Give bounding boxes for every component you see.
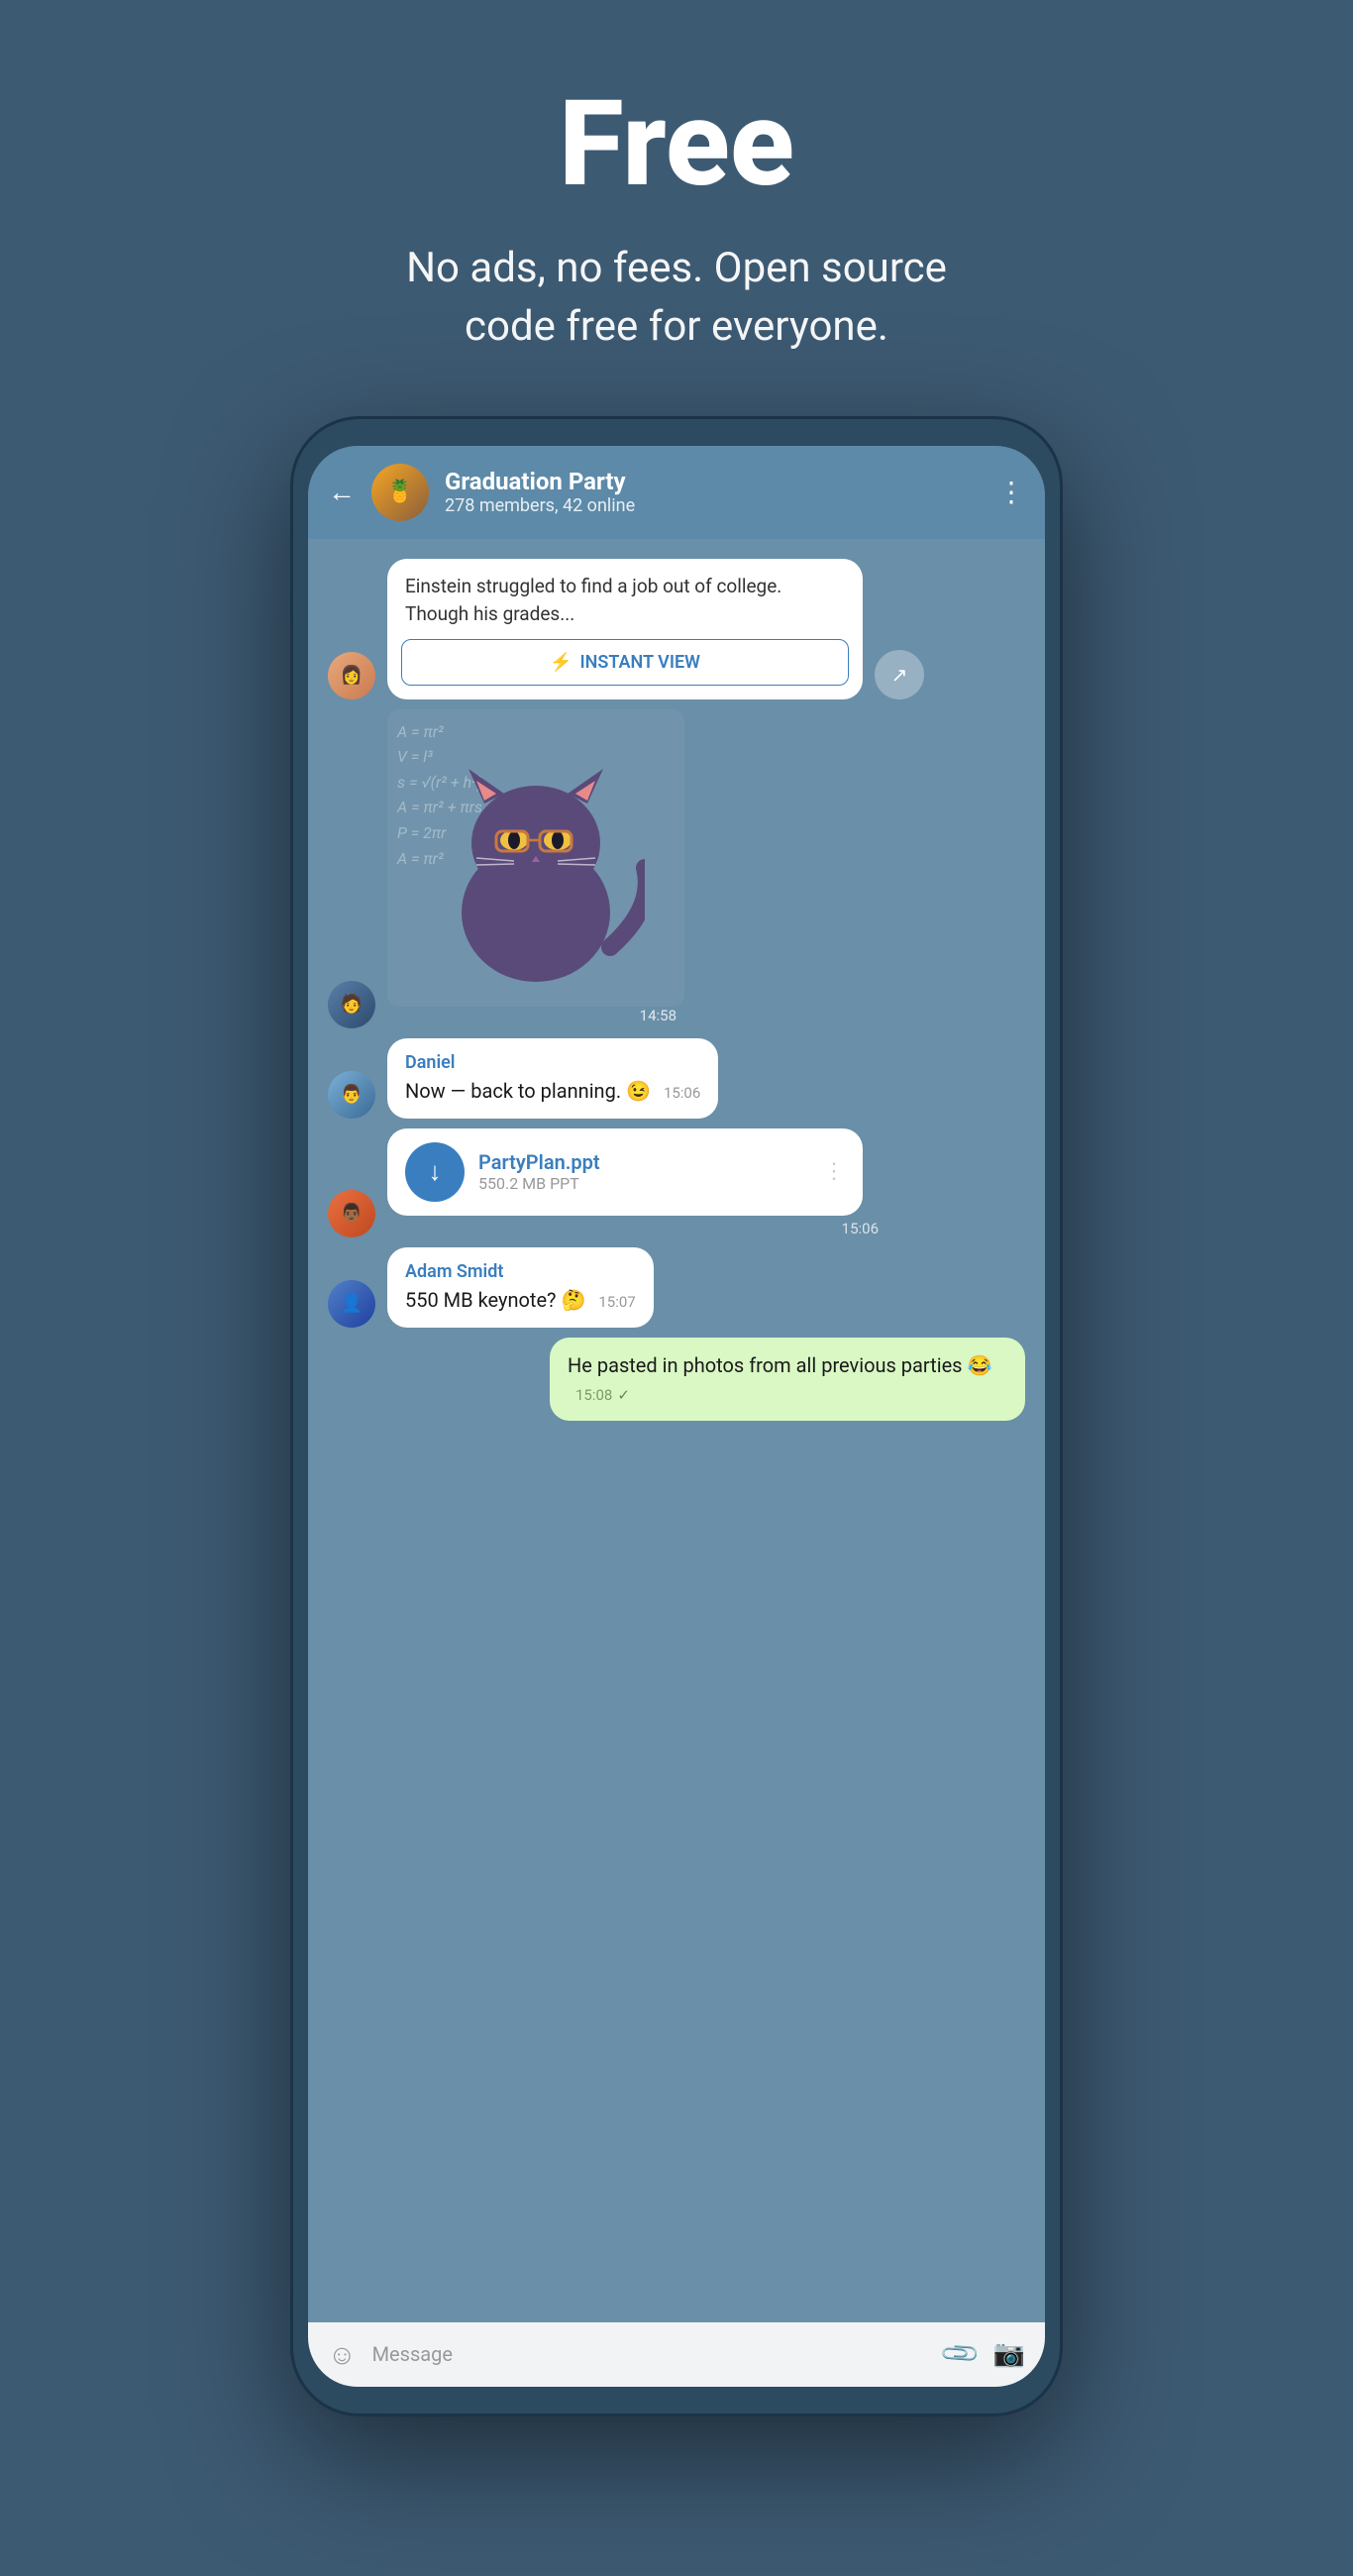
group-avatar: 🍍 (371, 464, 429, 521)
message-text: He pasted in photos from all previous pa… (568, 1351, 1007, 1407)
message-text: 550 MB keynote? 🤔 15:07 (405, 1286, 636, 1314)
table-row: 👨 Daniel Now — back to planning. 😉 15:06 (328, 1038, 1025, 1119)
more-options-icon[interactable]: ⋮ (997, 476, 1025, 508)
message-bubble: Adam Smidt 550 MB keynote? 🤔 15:07 (387, 1247, 654, 1328)
file-bubble: ↓ PartyPlan.ppt 550.2 MB PPT ⋮ (387, 1128, 863, 1216)
avatar: 👨🏾 (328, 1190, 375, 1237)
phone-frame: ← 🍍 Graduation Party 278 members, 42 onl… (290, 416, 1063, 2416)
instant-view-label: INSTANT VIEW (579, 652, 700, 673)
checkmark-icon: ✓ (617, 1386, 630, 1404)
article-bubble: Einstein struggled to find a job out of … (387, 559, 863, 699)
sticker-image: A = πr² V = l³ s = √(r² + h²) A = πr² + … (387, 709, 684, 1007)
share-button[interactable]: ↗ (875, 650, 924, 699)
avatar: 👨 (328, 1071, 375, 1119)
cat-sticker-svg (427, 729, 645, 987)
emoji-button[interactable]: ☺ (328, 2338, 357, 2371)
phone-screen: ← 🍍 Graduation Party 278 members, 42 onl… (308, 446, 1045, 2387)
message-sender: Daniel (405, 1052, 700, 1073)
download-button[interactable]: ↓ (405, 1142, 465, 1202)
table-row: 🧑 A = πr² V = l³ s = √(r² + h²) A = πr² … (328, 709, 1025, 1028)
message-input[interactable]: Message (372, 2342, 930, 2366)
chat-info: Graduation Party 278 members, 42 online (445, 468, 982, 516)
hero-subtitle: No ads, no fees. Open sourcecode free fo… (406, 240, 947, 357)
hero-section: Free No ads, no fees. Open sourcecode fr… (307, 0, 1046, 416)
message-bubble: Daniel Now — back to planning. 😉 15:06 (387, 1038, 718, 1119)
article-text: Einstein struggled to find a job out of … (387, 559, 863, 639)
message-time: 15:08 (575, 1386, 612, 1404)
own-message-bubble: He pasted in photos from all previous pa… (550, 1338, 1025, 1421)
table-row: 👤 Adam Smidt 550 MB keynote? 🤔 15:07 (328, 1247, 1025, 1328)
chat-members: 278 members, 42 online (445, 495, 982, 516)
chat-name: Graduation Party (445, 468, 982, 495)
table-row: 👨🏾 ↓ PartyPlan.ppt 550.2 MB PPT ⋮ 15:06 (328, 1128, 1025, 1237)
attach-icon[interactable]: 📎 (939, 2332, 983, 2376)
chat-header: ← 🍍 Graduation Party 278 members, 42 onl… (308, 446, 1045, 539)
message-text: Now — back to planning. 😉 15:06 (405, 1077, 700, 1105)
file-more-icon[interactable]: ⋮ (823, 1159, 845, 1184)
message-input-bar: ☺ Message 📎 📷 (308, 2322, 1045, 2387)
table-row: 👩 Einstein struggled to find a job out o… (328, 559, 1025, 699)
chat-body: 👩 Einstein struggled to find a job out o… (308, 539, 1045, 2322)
message-time: 15:07 (598, 1293, 635, 1311)
file-info: PartyPlan.ppt 550.2 MB PPT (478, 1150, 809, 1193)
hero-title: Free (406, 79, 947, 210)
file-size: 550.2 MB PPT (478, 1174, 809, 1193)
message-sender: Adam Smidt (405, 1261, 636, 1282)
instant-view-button[interactable]: ⚡ INSTANT VIEW (401, 639, 849, 686)
back-button[interactable]: ← (328, 476, 356, 508)
lightning-icon: ⚡ (550, 652, 572, 673)
file-time: 15:06 (387, 1220, 883, 1237)
avatar: 🧑 (328, 981, 375, 1028)
table-row: He pasted in photos from all previous pa… (328, 1338, 1025, 1421)
avatar: 👩 (328, 652, 375, 699)
message-time: 15:06 (664, 1084, 700, 1102)
file-name: PartyPlan.ppt (478, 1150, 809, 1174)
camera-icon[interactable]: 📷 (993, 2339, 1025, 2369)
sticker-time: 14:58 (640, 1007, 684, 1028)
avatar: 👤 (328, 1280, 375, 1328)
